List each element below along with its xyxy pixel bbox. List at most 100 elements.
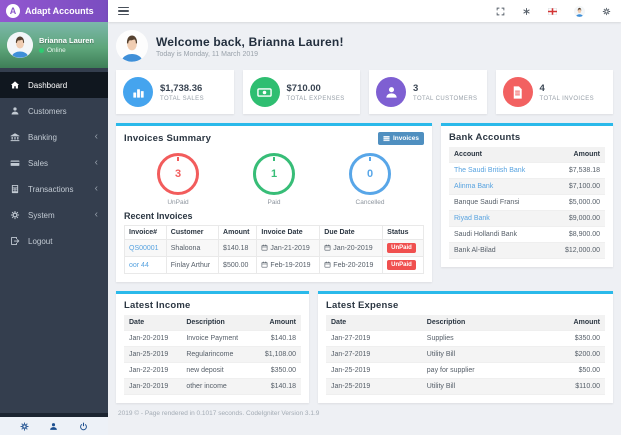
latest-income-panel: Latest Income Date Description Amount Ja… — [116, 291, 309, 403]
latest-income-title: Latest Income — [124, 300, 191, 311]
gear-icon[interactable] — [602, 7, 611, 16]
invoice-date-cell: Jan-21-2019 — [256, 239, 321, 257]
bank-accounts-title: Bank Accounts — [449, 132, 521, 143]
bank-icon — [10, 132, 20, 142]
sidebar-item-transactions[interactable]: Transactions ‹ — [0, 176, 108, 202]
amount-cell: $50.00 — [534, 362, 605, 379]
col-header: Date — [124, 315, 182, 331]
description-cell: Utility Bill — [421, 346, 535, 363]
user-name: Brianna Lauren — [39, 36, 95, 45]
asterisk-icon[interactable] — [522, 7, 531, 16]
col-header: Invoice Date — [256, 225, 321, 240]
dial-label: UnPaid — [167, 199, 189, 206]
table-row: Riyad Bank $9,000.00 — [449, 210, 605, 227]
today-date: Today is Monday, 11 March 2019 — [156, 50, 259, 58]
amount-cell: $5,000.00 — [549, 194, 605, 211]
table-row: Bank Al-Bilad $12,000.00 — [449, 242, 605, 259]
dial-unpaid: 3 UnPaid — [157, 153, 199, 206]
amount-cell: $140.18 — [218, 239, 258, 257]
table-icon — [383, 136, 390, 142]
recent-invoices-table: Invoice# Customer Amount Invoice Date Du… — [124, 225, 424, 274]
user-icon[interactable] — [49, 422, 58, 431]
latest-expense-panel: Latest Expense Date Description Amount J… — [318, 291, 613, 403]
dial-label: Paid — [267, 199, 281, 206]
bank-link[interactable]: Riyad Bank — [454, 215, 490, 222]
app-window: A Adapt Accounts Brianna Lauren Online D… — [0, 0, 621, 435]
table-row: Jan-25-2019 Utility Bill $110.00 — [326, 378, 605, 395]
amount-cell: $110.00 — [534, 378, 605, 395]
power-icon[interactable] — [79, 422, 88, 431]
calendar-icon — [261, 244, 268, 251]
invoice-link[interactable]: QS00001 — [129, 245, 159, 252]
latest-income-table: Date Description Amount Jan-20-2019 Invoi… — [124, 315, 301, 395]
avatar-icon[interactable] — [574, 5, 585, 17]
stat-card-total-customers: 3 TOTAL CUSTOMERS — [369, 70, 487, 114]
description-cell: Regularincome — [181, 346, 254, 363]
due-date-cell: Feb-20-2019 — [319, 256, 384, 274]
date-cell: Jan-25-2019 — [124, 346, 182, 363]
sidebar-item-label: Dashboard — [28, 80, 68, 90]
menu-toggle-icon[interactable] — [118, 6, 129, 16]
calendar-icon — [261, 261, 268, 268]
flag-icon[interactable] — [548, 7, 557, 16]
sidebar-item-dashboard[interactable]: Dashboard — [0, 72, 108, 98]
chevron-left-icon: ‹ — [94, 131, 98, 142]
gear-icon[interactable] — [20, 422, 29, 431]
customer-cell: Finlay Arthur — [165, 256, 220, 274]
sidebar-item-label: Sales — [28, 158, 49, 168]
fullscreen-icon[interactable] — [496, 7, 505, 16]
description-cell: new deposit — [181, 362, 254, 379]
bank-accounts-table: Account Amount The Saudi British Bank $7,… — [449, 147, 605, 259]
description-cell: Invoice Payment — [181, 330, 254, 347]
bank-name-cell: Saudi Hollandi Bank — [449, 226, 550, 243]
stat-label: TOTAL EXPENSES — [286, 95, 345, 102]
user-status: Online — [47, 47, 66, 54]
customer-cell: Shaloona — [165, 239, 220, 257]
sidebar-item-system[interactable]: System ‹ — [0, 202, 108, 228]
sidebar: A Adapt Accounts Brianna Lauren Online D… — [0, 0, 108, 435]
dial-value: 1 — [270, 168, 278, 180]
col-header: Due Date — [319, 225, 384, 240]
invoice-icon — [502, 77, 533, 107]
stat-value: 3 — [413, 82, 419, 94]
dial-value: 3 — [174, 168, 182, 180]
amount-cell: $9,000.00 — [549, 210, 605, 227]
stat-label: TOTAL CUSTOMERS — [413, 95, 478, 102]
gear-icon — [10, 210, 20, 220]
sidebar-item-banking[interactable]: Banking ‹ — [0, 124, 108, 150]
chevron-left-icon: ‹ — [94, 157, 98, 168]
date-cell: Jan-20-2019 — [124, 330, 182, 347]
invoice-date-cell: Feb-19-2019 — [256, 256, 321, 274]
sidebar-item-sales[interactable]: Sales ‹ — [0, 150, 108, 176]
recent-invoices-title: Recent Invoices — [124, 211, 193, 221]
sidebar-item-label: Customers — [28, 106, 67, 116]
welcome-avatar — [116, 30, 148, 62]
invoices-button[interactable]: Invoices — [377, 132, 424, 145]
status-badge: UnPaid — [387, 260, 416, 270]
invoice-link[interactable]: oor 44 — [129, 262, 149, 269]
amount-cell: $7,538.18 — [549, 162, 605, 179]
bank-link[interactable]: The Saudi British Bank — [454, 167, 525, 174]
description-cell: Supplies — [421, 330, 535, 347]
online-status-dot — [39, 48, 44, 53]
date-cell: Jan-22-2019 — [124, 362, 182, 379]
table-row: Banque Saudi Fransi $5,000.00 — [449, 194, 605, 211]
stat-label: TOTAL INVOICES — [539, 95, 594, 102]
table-row: oor 44 Finlay Arthur $500.00 Feb-19-2019… — [124, 256, 424, 274]
sidebar-item-logout[interactable]: Logout — [0, 228, 108, 254]
sidebar-item-label: Banking — [28, 132, 57, 142]
app-brand: A Adapt Accounts — [0, 0, 108, 22]
bank-link[interactable]: Alinma Bank — [454, 183, 493, 190]
amount-cell: $350.00 — [253, 362, 301, 379]
table-row: Jan-25-2019 Regularincome $1,108.00 — [124, 346, 301, 363]
description-cell: Utility Bill — [421, 378, 535, 395]
sidebar-item-customers[interactable]: Customers — [0, 98, 108, 124]
table-row: The Saudi British Bank $7,538.18 — [449, 162, 605, 179]
due-date-cell: Jan-20-2019 — [319, 239, 384, 257]
stat-cards-row: $1,738.36 TOTAL SALES $710.00 TOTAL EXPENS… — [116, 70, 613, 114]
stat-value: 4 — [539, 82, 545, 94]
status-badge: UnPaid — [387, 243, 416, 253]
calendar-icon — [324, 244, 331, 251]
user-avatar — [7, 32, 33, 58]
amount-cell: $500.00 — [218, 256, 258, 274]
